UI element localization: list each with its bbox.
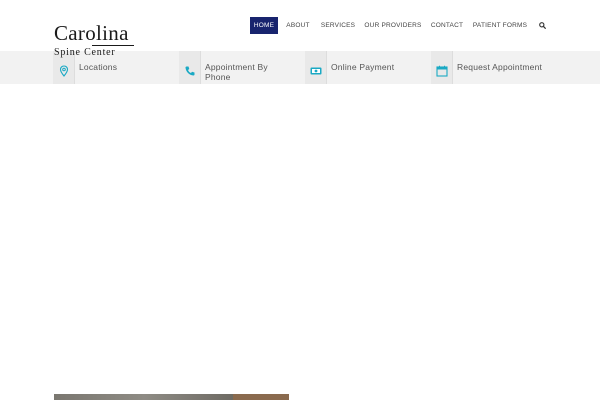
nav-item-patient-forms[interactable]: Patient Forms bbox=[472, 17, 528, 34]
hero-image-section bbox=[233, 394, 289, 400]
site-logo[interactable]: Carolina Spine Center bbox=[54, 21, 136, 58]
quick-link-label: Request Appointment bbox=[457, 62, 543, 72]
icon-box bbox=[305, 51, 327, 84]
quick-link-appointment-by-phone[interactable]: Appointment By Phone bbox=[179, 51, 299, 84]
quick-link-label: Online Payment bbox=[331, 62, 395, 72]
logo-text-carolina: Carolina bbox=[54, 21, 129, 45]
calendar-icon bbox=[436, 65, 448, 77]
money-icon bbox=[310, 67, 322, 75]
icon-box bbox=[179, 51, 201, 84]
quick-link-online-payment[interactable]: Online Payment bbox=[305, 51, 425, 84]
quick-link-label: Locations bbox=[79, 62, 118, 72]
logo-text-spine-center: Spine Center bbox=[54, 47, 116, 58]
nav-item-contact[interactable]: Contact bbox=[429, 17, 465, 34]
search-button[interactable] bbox=[536, 17, 548, 34]
phone-icon bbox=[185, 66, 195, 76]
icon-box bbox=[431, 51, 453, 84]
quick-link-request-appointment[interactable]: Request Appointment bbox=[431, 51, 561, 84]
site-header: Carolina Spine Center Home About Service… bbox=[0, 0, 600, 58]
nav-item-about[interactable]: About bbox=[284, 17, 312, 34]
search-icon bbox=[539, 22, 546, 29]
map-pin-icon bbox=[59, 65, 69, 77]
quick-link-label: Appointment By Phone bbox=[205, 62, 268, 82]
hero-image bbox=[54, 394, 289, 400]
logo-underline bbox=[92, 45, 134, 46]
nav-item-home[interactable]: Home bbox=[250, 17, 278, 34]
nav-item-services[interactable]: Services bbox=[320, 17, 356, 34]
nav-item-our-providers[interactable]: Our Providers bbox=[364, 17, 422, 34]
